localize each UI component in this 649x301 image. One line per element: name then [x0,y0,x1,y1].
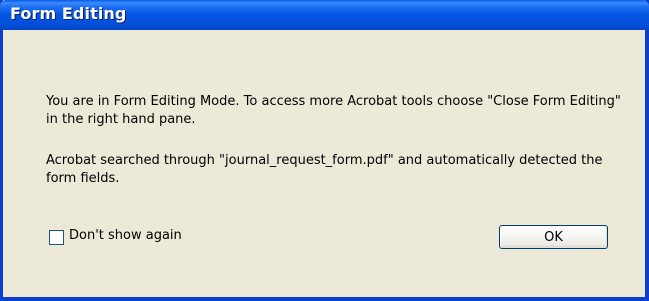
info-message-fields: Acrobat searched through "journal_reques… [46,153,603,186]
dont-show-again-label[interactable]: Don't show again [69,228,182,243]
ok-button[interactable]: OK [499,225,608,249]
info-message-mode: You are in Form Editing Mode. To access … [46,94,621,127]
dialog-title: Form Editing [10,4,127,23]
dialog-content: You are in Form Editing Mode. To access … [3,30,645,297]
dont-show-again-checkbox[interactable] [49,230,64,245]
form-editing-dialog: Form Editing You are in Form Editing Mod… [0,0,649,301]
title-bar[interactable]: Form Editing [0,0,649,30]
